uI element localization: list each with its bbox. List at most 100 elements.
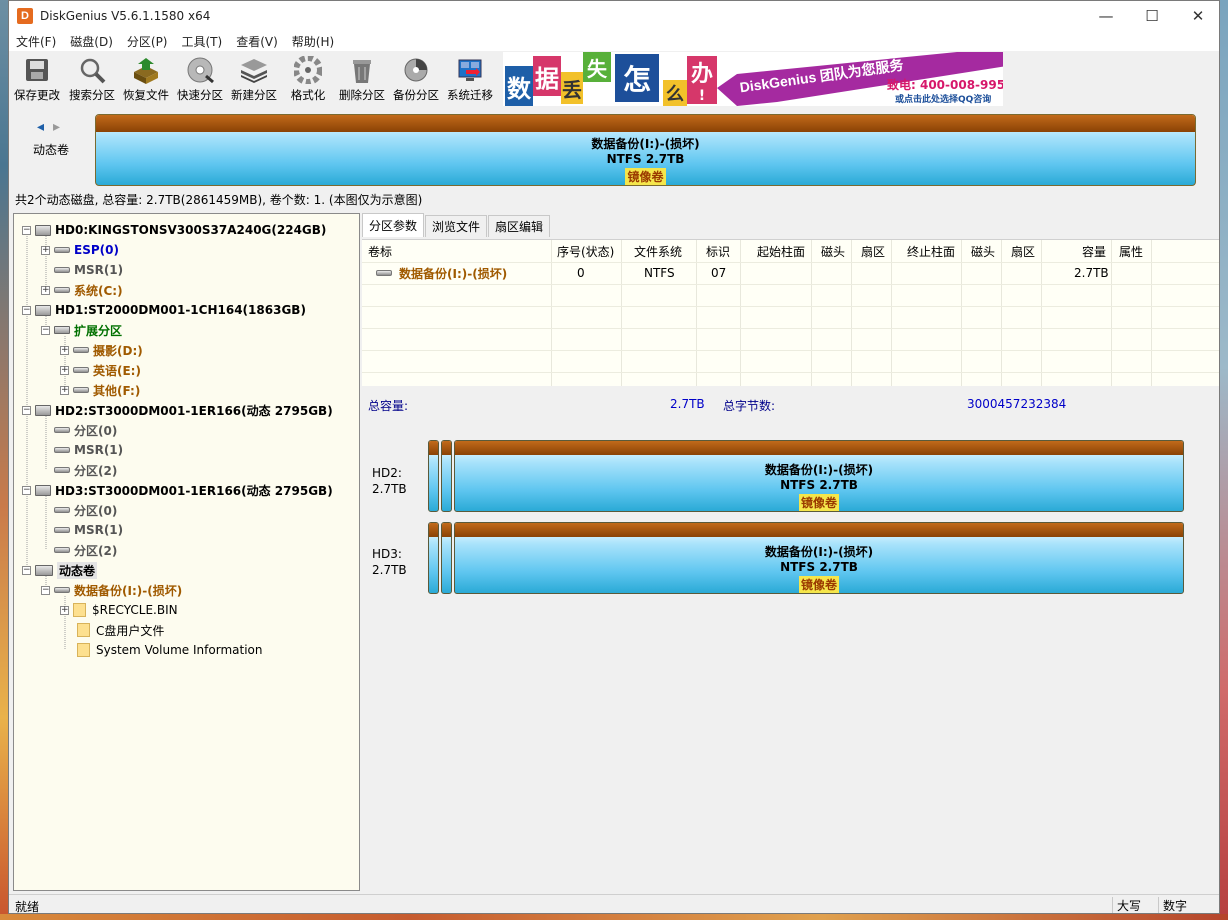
tree-item-system-volume-info[interactable]: System Volume Information: [73, 640, 262, 660]
tree-item-dynamic-volumes[interactable]: − 动态卷: [22, 560, 98, 580]
tree-item-hd3-part0[interactable]: 分区(0): [50, 500, 117, 520]
backup-partition-label: 备份分区: [393, 88, 439, 102]
tree-item-hd0[interactable]: − HD0:KINGSTONSV300S37A240G(224GB): [22, 220, 326, 240]
tree-item-hd2-part0[interactable]: 分区(0): [50, 420, 117, 440]
hd3-mirror-tag: 镜像卷: [798, 576, 839, 593]
hd3-partition-msr[interactable]: [441, 522, 452, 594]
collapse-icon[interactable]: −: [22, 305, 31, 315]
menu-file[interactable]: 文件(F): [9, 33, 63, 50]
table-row[interactable]: 数据备份(I:)-(损坏) 0 NTFS 07 2.7TB: [362, 262, 1219, 284]
menu-view[interactable]: 查看(V): [229, 33, 285, 50]
menu-partition[interactable]: 分区(P): [120, 33, 175, 50]
col-start-sector[interactable]: 扇区: [861, 240, 885, 262]
tree-item-extended[interactable]: − 扩展分区: [41, 320, 122, 340]
cell-filesystem: NTFS: [644, 266, 675, 280]
menu-disk[interactable]: 磁盘(D): [63, 33, 120, 50]
tree-item-hd3[interactable]: − HD3:ST3000DM001-1ER166(动态 2795GB): [22, 480, 333, 500]
menu-help[interactable]: 帮助(H): [285, 33, 341, 50]
expand-icon[interactable]: +: [60, 345, 69, 355]
save-icon: [21, 55, 53, 85]
minimize-button[interactable]: —: [1083, 1, 1129, 31]
col-start-cylinder[interactable]: 起始柱面: [757, 240, 805, 262]
partition-header: [429, 441, 438, 455]
hd3-partition-0[interactable]: [428, 522, 439, 594]
banner-char-7-box: 办!: [687, 56, 717, 104]
tree-item-msr[interactable]: MSR(1): [50, 260, 123, 280]
back-arrow-icon[interactable]: ◂: [37, 119, 44, 135]
col-capacity[interactable]: 容量: [1082, 240, 1106, 262]
new-partition-button[interactable]: 新建分区: [227, 51, 281, 107]
hd2-partition-0[interactable]: [428, 440, 439, 512]
tab-browse-files[interactable]: 浏览文件: [425, 215, 488, 237]
collapse-icon[interactable]: −: [41, 585, 50, 595]
recover-files-button[interactable]: 恢复文件: [119, 51, 173, 107]
col-volume-label[interactable]: 卷标: [368, 240, 392, 262]
hd2-partition-msr[interactable]: [441, 440, 452, 512]
tree-item-english-e[interactable]: + 英语(E:): [60, 360, 141, 380]
tree-item-other-f[interactable]: + 其他(F:): [60, 380, 140, 400]
backup-partition-button[interactable]: 备份分区: [389, 51, 443, 107]
title-bar[interactable]: D DiskGenius V5.6.1.1580 x64 — ☐ ✕: [9, 1, 1219, 31]
col-index[interactable]: 序号(状态): [557, 240, 614, 262]
tree-item-photo-d[interactable]: + 摄影(D:): [60, 340, 143, 360]
tree-item-hd1[interactable]: − HD1:ST2000DM001-1CH164(1863GB): [22, 300, 306, 320]
maximize-button[interactable]: ☐: [1129, 1, 1175, 31]
collapse-icon[interactable]: −: [22, 405, 31, 415]
search-partition-button[interactable]: 搜索分区: [65, 51, 119, 107]
total-capacity-label: 总容量:: [368, 399, 409, 413]
col-end-head[interactable]: 磁头: [971, 240, 995, 262]
tree-label: HD3:ST3000DM001-1ER166(动态 2795GB): [55, 483, 333, 498]
forward-arrow-icon[interactable]: ▸: [53, 119, 60, 135]
hard-disk-icon: [35, 484, 51, 496]
system-migration-button[interactable]: 系统迁移: [443, 51, 497, 107]
delete-partition-button[interactable]: 删除分区: [335, 51, 389, 107]
diskgenius-window: D DiskGenius V5.6.1.1580 x64 — ☐ ✕ 文件(F)…: [8, 0, 1220, 914]
col-id[interactable]: 标识: [706, 240, 730, 262]
col-attributes[interactable]: 属性: [1119, 240, 1143, 262]
ad-banner[interactable]: 数 据 丢 失 怎 么 办! DiskGenius 团队为您服务 致电: 400…: [503, 52, 1003, 106]
expand-icon[interactable]: +: [41, 245, 50, 255]
cell-capacity: 2.7TB: [1074, 266, 1109, 280]
menu-tools[interactable]: 工具(T): [175, 33, 230, 50]
tree-item-system-c[interactable]: + 系统(C:): [41, 280, 123, 300]
tab-partition-params[interactable]: 分区参数: [362, 213, 425, 237]
tree-item-hd3-msr[interactable]: MSR(1): [50, 520, 123, 540]
format-button[interactable]: 格式化: [281, 51, 335, 107]
banner-char-2: 据: [533, 56, 561, 96]
tab-sector-editor[interactable]: 扇区编辑: [488, 215, 551, 237]
collapse-icon[interactable]: −: [22, 225, 31, 235]
expand-icon[interactable]: +: [41, 285, 50, 295]
expand-icon[interactable]: +: [60, 385, 69, 395]
tree-item-hd2[interactable]: − HD2:ST3000DM001-1ER166(动态 2795GB): [22, 400, 333, 420]
dynamic-volume-bar[interactable]: 数据备份(I:)-(损坏) NTFS 2.7TB 镜像卷: [95, 114, 1196, 186]
hd3-partition-backup[interactable]: 数据备份(I:)-(损坏) NTFS 2.7TB 镜像卷: [454, 522, 1184, 594]
expand-icon[interactable]: +: [60, 605, 69, 615]
col-end-cylinder[interactable]: 终止柱面: [907, 240, 955, 262]
folder-icon: [77, 623, 90, 637]
banner-char-3: 丢: [561, 72, 583, 104]
expand-icon[interactable]: +: [60, 365, 69, 375]
tree-label: 数据备份(I:)-(损坏): [74, 583, 183, 598]
collapse-icon[interactable]: −: [22, 485, 31, 495]
col-filesystem[interactable]: 文件系统: [634, 240, 682, 262]
tree-item-hd3-part2[interactable]: 分区(2): [50, 540, 117, 560]
collapse-icon[interactable]: −: [22, 565, 31, 575]
tree-item-user-files[interactable]: C盘用户文件: [73, 620, 164, 640]
hd2-partition-backup[interactable]: 数据备份(I:)-(损坏) NTFS 2.7TB 镜像卷: [454, 440, 1184, 512]
close-button[interactable]: ✕: [1175, 1, 1219, 31]
collapse-icon[interactable]: −: [41, 325, 50, 335]
tree-item-esp[interactable]: + ESP(0): [41, 240, 119, 260]
col-start-head[interactable]: 磁头: [821, 240, 845, 262]
tree-item-recycle-bin[interactable]: + $RECYCLE.BIN: [60, 600, 178, 620]
banner-phone: 致电: 400-008-9958: [887, 78, 1003, 92]
tree-item-hd2-msr[interactable]: MSR(1): [50, 440, 123, 460]
folder-icon: [77, 643, 90, 657]
quick-partition-button[interactable]: 快速分区: [173, 51, 227, 107]
tree-item-backup-volume[interactable]: − 数据备份(I:)-(损坏): [41, 580, 182, 600]
extended-partition-icon: [54, 326, 70, 334]
banner-char-5: 怎: [615, 54, 659, 102]
col-end-sector[interactable]: 扇区: [1011, 240, 1035, 262]
save-changes-button[interactable]: 保存更改: [9, 51, 65, 107]
tree-item-hd2-part2[interactable]: 分区(2): [50, 460, 117, 480]
tree-label: $RECYCLE.BIN: [92, 603, 178, 617]
